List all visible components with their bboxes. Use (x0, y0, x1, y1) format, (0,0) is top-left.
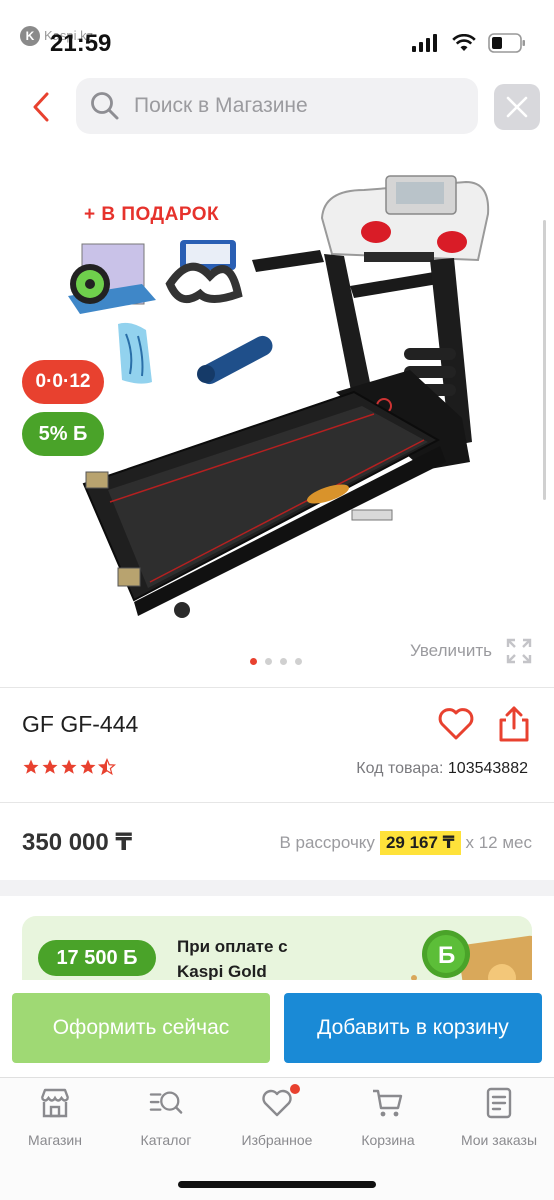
chevron-left-icon (33, 92, 49, 122)
add-to-cart-button[interactable]: Добавить в корзину (284, 993, 542, 1063)
heart-icon (260, 1084, 300, 1120)
close-icon (506, 96, 528, 118)
notification-dot (290, 1084, 300, 1094)
installment-suffix: х 12 мес (465, 833, 533, 852)
zoom-button[interactable]: Увеличить (410, 638, 532, 664)
pagination-dot (295, 658, 302, 665)
section-separator (0, 880, 554, 896)
wifi-icon (452, 34, 476, 51)
tab-favorites[interactable]: Избранное (222, 1084, 332, 1148)
tab-catalog[interactable]: Каталог (111, 1086, 221, 1148)
rating-stars (22, 758, 116, 776)
clear-search-button[interactable] (494, 84, 540, 130)
sku: Код товара: 103543882 (356, 760, 528, 778)
star-icon (23, 759, 39, 774)
tab-label: Мои заказы (460, 1132, 538, 1148)
kaspi-logo-icon: K (20, 26, 40, 46)
status-icons (412, 33, 526, 53)
tab-bar: Магазин Каталог Избранное Корзина Мои за… (0, 1077, 554, 1200)
installment-badge: 0·0·12 (22, 360, 104, 404)
signal-icon (412, 34, 437, 52)
tab-store[interactable]: Магазин (0, 1086, 110, 1148)
star-icon (61, 759, 77, 774)
tab-label: Магазин (27, 1132, 82, 1148)
back-button[interactable] (22, 86, 60, 128)
share-button[interactable] (496, 704, 532, 744)
zoom-label: Увеличить (410, 641, 492, 660)
battery-icon (488, 33, 525, 53)
product-price: 350 000 ₸ (22, 829, 133, 856)
cart-icon (371, 1086, 405, 1120)
sku-label: Код товара: (356, 760, 444, 777)
pagination-dot (280, 658, 287, 665)
bonus-badge: 5% Б (22, 412, 104, 456)
search-input[interactable] (134, 94, 454, 118)
svg-text:Б: Б (438, 942, 455, 969)
gold-bonus-amount: 17 500 Б (38, 940, 156, 976)
tab-label: Избранное (241, 1132, 313, 1148)
star-icon (80, 759, 96, 774)
tab-orders[interactable]: Мои заказы (444, 1086, 554, 1148)
product-gallery[interactable]: + В ПОДАРОК 0·0·12 5% Б Увеличить (0, 150, 554, 680)
tab-label: Корзина (361, 1132, 415, 1148)
installment-info[interactable]: В рассрочку 29 167 ₸ х 12 мес (279, 831, 532, 855)
installment-prefix: В рассрочку (279, 833, 375, 852)
pagination-dot-active (250, 658, 257, 665)
half-star-icon (98, 758, 116, 776)
home-indicator[interactable] (178, 1181, 376, 1188)
orders-icon (482, 1086, 516, 1120)
tab-label: Каталог (140, 1132, 192, 1148)
tab-cart[interactable]: Корзина (333, 1086, 443, 1148)
gallery-pagination (250, 658, 302, 665)
status-time: 21:59 (50, 30, 112, 57)
buy-now-button[interactable]: Оформить сейчас (12, 993, 270, 1063)
expand-icon (506, 638, 532, 664)
catalog-search-icon (149, 1086, 183, 1120)
pagination-dot (265, 658, 272, 665)
star-icon (42, 759, 58, 774)
favorite-button[interactable] (436, 704, 476, 744)
divider (0, 802, 554, 803)
gold-banner-text: При оплате с Kaspi Gold (177, 937, 288, 981)
product-title: GF GF-444 (22, 711, 139, 737)
search-field[interactable] (76, 78, 478, 134)
share-icon (499, 706, 529, 742)
scroll-indicator (543, 220, 546, 500)
store-icon (38, 1086, 72, 1120)
heart-icon (438, 708, 474, 740)
action-bar: Оформить сейчас Добавить в корзину (0, 980, 554, 1076)
treadmill-image (82, 175, 490, 618)
divider (0, 687, 554, 688)
installment-amount: 29 167 ₸ (379, 831, 461, 855)
search-icon (91, 92, 119, 120)
sku-value: 103543882 (447, 760, 528, 777)
status-bar: K Kaspi.kz 21:59 (0, 0, 554, 70)
